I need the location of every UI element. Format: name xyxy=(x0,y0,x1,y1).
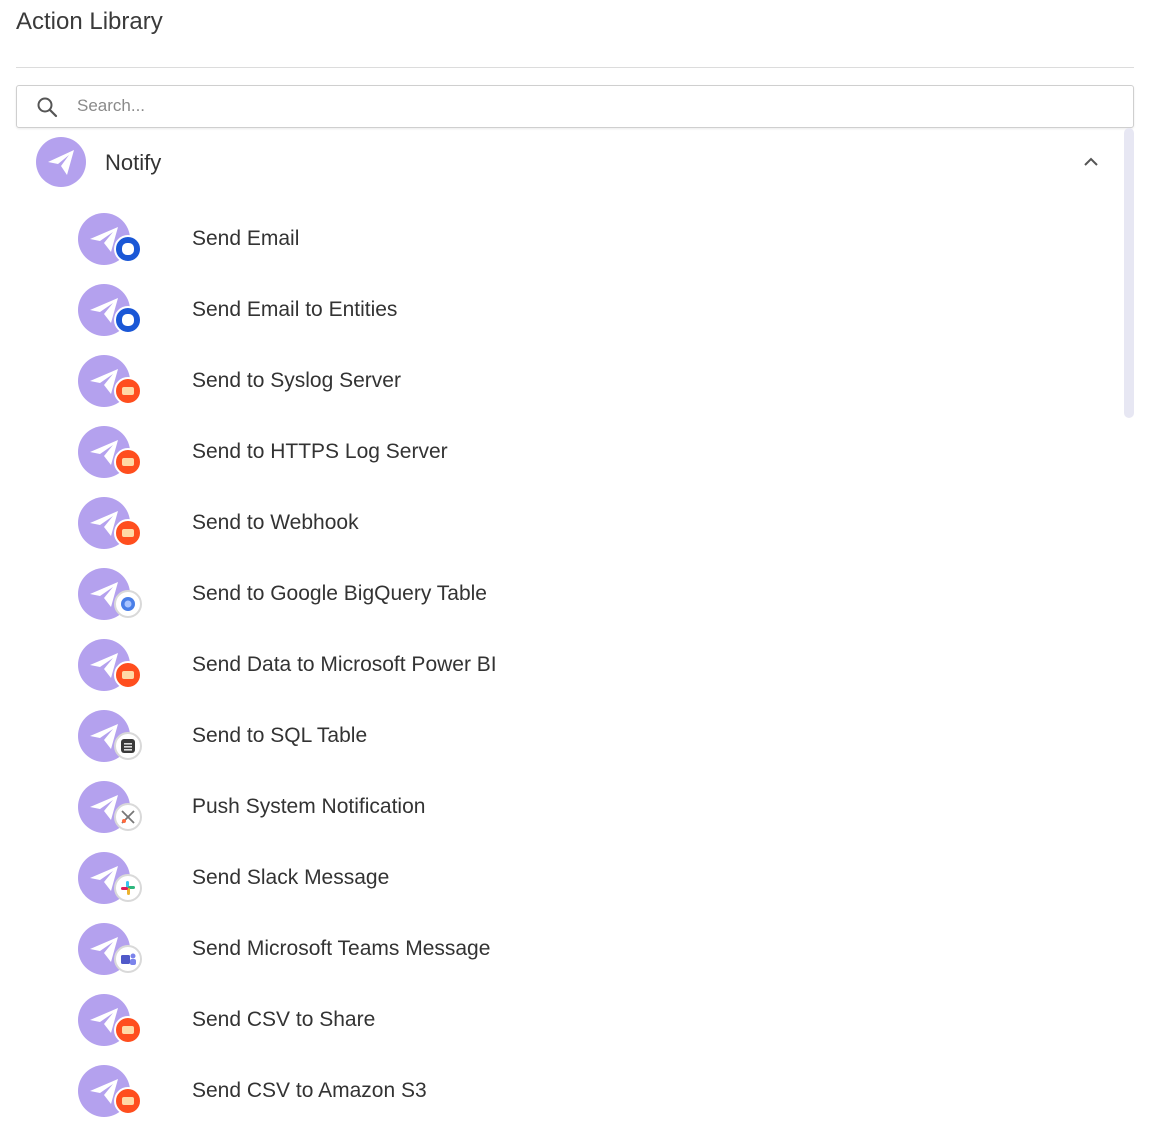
action-item[interactable]: Send to HTTPS Log Server xyxy=(0,417,1110,488)
chevron-up-icon[interactable] xyxy=(1080,151,1102,173)
action-item[interactable]: Send CSV to Amazon S3 xyxy=(0,1056,1110,1127)
search-input[interactable] xyxy=(77,92,1117,120)
action-item[interactable]: Send to Syslog Server xyxy=(0,346,1110,417)
action-icon xyxy=(78,639,144,695)
action-item[interactable]: Send to Webhook xyxy=(0,488,1110,559)
search-icon xyxy=(37,97,58,118)
action-icon xyxy=(78,781,144,837)
action-label: Send to HTTPS Log Server xyxy=(192,440,448,463)
action-label: Send to Webhook xyxy=(192,511,359,534)
action-label: Send Data to Microsoft Power BI xyxy=(192,653,497,676)
scrollbar[interactable] xyxy=(1124,128,1134,418)
system-icon xyxy=(114,803,142,831)
action-item[interactable]: Send Email to Entities xyxy=(0,275,1110,346)
server-icon xyxy=(114,1016,142,1044)
action-list: Send Email Send Email to Entities Send t… xyxy=(0,204,1110,1127)
action-icon xyxy=(78,1065,144,1121)
group-header-notify[interactable]: Notify xyxy=(16,130,1116,196)
action-label: Send CSV to Share xyxy=(192,1008,376,1031)
paper-plane-icon xyxy=(36,137,86,187)
action-label: Send Email xyxy=(192,227,300,250)
action-icon xyxy=(78,710,144,766)
action-item[interactable]: Send Slack Message xyxy=(0,843,1110,914)
title-divider xyxy=(16,67,1134,68)
action-icon xyxy=(78,568,144,624)
action-item[interactable]: Send Microsoft Teams Message xyxy=(0,914,1110,985)
action-label: Send Microsoft Teams Message xyxy=(192,937,491,960)
action-item[interactable]: Push System Notification xyxy=(0,772,1110,843)
slack-icon xyxy=(114,874,142,902)
action-item[interactable]: Send CSV to Share xyxy=(0,985,1110,1056)
action-label: Send CSV to Amazon S3 xyxy=(192,1079,427,1102)
server-icon xyxy=(114,519,142,547)
action-label: Push System Notification xyxy=(192,795,426,818)
action-label: Send Slack Message xyxy=(192,866,390,889)
action-label: Send to Google BigQuery Table xyxy=(192,582,487,605)
action-icon xyxy=(78,497,144,553)
action-label: Send to Syslog Server xyxy=(192,369,401,392)
server-icon xyxy=(114,661,142,689)
bigquery-icon xyxy=(114,590,142,618)
action-icon xyxy=(78,852,144,908)
group-label: Notify xyxy=(105,150,162,175)
page-title: Action Library xyxy=(16,8,163,35)
server-icon xyxy=(114,448,142,476)
action-icon xyxy=(78,355,144,411)
action-icon xyxy=(78,284,144,340)
action-item[interactable]: Send to SQL Table xyxy=(0,701,1110,772)
teams-icon xyxy=(114,945,142,973)
action-label: Send to SQL Table xyxy=(192,724,368,747)
server-icon xyxy=(114,1087,142,1115)
action-item[interactable]: Send Email xyxy=(0,204,1110,275)
action-icon xyxy=(78,426,144,482)
action-item[interactable]: Send to Google BigQuery Table xyxy=(0,559,1110,630)
sql-icon xyxy=(114,732,142,760)
action-icon xyxy=(78,994,144,1050)
email-icon xyxy=(114,235,142,263)
search-box[interactable] xyxy=(16,85,1134,128)
action-label: Send Email to Entities xyxy=(192,298,398,321)
server-icon xyxy=(114,377,142,405)
email-icon xyxy=(114,306,142,334)
action-icon xyxy=(78,213,144,269)
action-icon xyxy=(78,923,144,979)
action-item[interactable]: Send Data to Microsoft Power BI xyxy=(0,630,1110,701)
